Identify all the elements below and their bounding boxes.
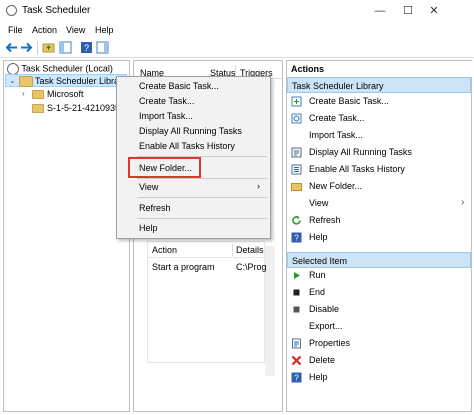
action-view[interactable]: View › (291, 196, 471, 212)
create-task-icon (291, 113, 302, 124)
show-hide-action-pane-icon[interactable] (96, 41, 109, 54)
action-help[interactable]: ? Help (291, 230, 471, 246)
action-enable-history[interactable]: Enable All Tasks History (291, 162, 471, 178)
tree-library-label: Task Scheduler Library (35, 76, 127, 86)
run-icon (294, 272, 300, 279)
section-selected-item[interactable]: Selected Item (287, 252, 471, 268)
actions-header: Actions (287, 61, 474, 77)
menu-file[interactable]: File (8, 25, 23, 35)
delete-icon (291, 355, 302, 366)
submenu-arrow-icon: › (461, 197, 465, 208)
action-help-selected[interactable]: ? Help (291, 370, 471, 386)
action-properties[interactable]: Properties (291, 336, 471, 352)
folder-up-icon[interactable] (42, 41, 55, 54)
details-column-action[interactable]: Action (152, 245, 177, 255)
menu-action[interactable]: Action (32, 25, 57, 35)
menu-view[interactable]: View (66, 25, 85, 35)
tree-root-label: Task Scheduler (Local) (21, 63, 113, 74)
ctx-create-task[interactable]: Create Task... (139, 96, 194, 106)
folder-icon (32, 90, 44, 99)
help-icon: ? (291, 372, 302, 383)
action-new-folder[interactable]: New Folder... (291, 179, 471, 195)
details-row-action: Start a program (152, 262, 215, 272)
title-bar: Task Scheduler — ☐ ✕ (0, 0, 474, 22)
history-icon (291, 164, 302, 175)
ctx-refresh[interactable]: Refresh (139, 203, 171, 213)
toolbar-divider (37, 41, 38, 55)
console-tree-pane: Task Scheduler (Local) ⌄ Task Scheduler … (3, 60, 130, 412)
end-icon (293, 289, 300, 296)
help-icon[interactable]: ? (80, 41, 93, 54)
action-export[interactable]: Export... (291, 319, 471, 335)
action-end[interactable]: End (291, 285, 471, 301)
tree-sid-label: S-1-5-21-42109359 (47, 103, 126, 113)
refresh-icon (292, 216, 301, 225)
svg-text:?: ? (294, 374, 299, 383)
ctx-enable-history[interactable]: Enable All Tasks History (139, 141, 235, 151)
action-run[interactable]: Run (291, 268, 471, 284)
folder-icon (19, 76, 33, 87)
ctx-separator (137, 178, 267, 179)
tree-microsoft-label: Microsoft (47, 89, 84, 99)
action-delete[interactable]: Delete (291, 353, 471, 369)
folder-icon (32, 104, 44, 113)
section-task-scheduler-library[interactable]: Task Scheduler Library (287, 77, 471, 93)
close-button[interactable]: ✕ (420, 0, 448, 22)
menu-help[interactable]: Help (95, 25, 114, 35)
column-divider (232, 244, 233, 256)
folder-icon (291, 183, 302, 191)
task-details-panel: Action Details Start a program C:\Prog (147, 241, 267, 363)
toolbar: ? (0, 38, 474, 58)
forward-arrow-icon[interactable] (20, 41, 33, 54)
svg-text:?: ? (84, 43, 89, 53)
create-basic-task-icon (291, 96, 302, 107)
running-tasks-icon (291, 147, 302, 158)
disable-icon (293, 306, 300, 313)
details-column-details[interactable]: Details (236, 245, 264, 255)
ctx-separator (137, 218, 267, 219)
ctx-import-task[interactable]: Import Task... (139, 111, 193, 121)
details-header: Action Details (148, 242, 264, 258)
menu-bar: File Action View Help (0, 22, 474, 38)
action-import-task[interactable]: Import Task... (291, 128, 471, 144)
action-disable[interactable]: Disable (291, 302, 471, 318)
show-hide-console-tree-icon[interactable] (59, 41, 72, 54)
collapse-chevron-icon[interactable]: › (22, 89, 25, 98)
properties-icon (292, 338, 301, 349)
expand-chevron-icon[interactable]: ⌄ (9, 76, 16, 85)
details-row-path: C:\Prog (236, 262, 267, 272)
ctx-view[interactable]: View (139, 182, 158, 192)
action-create-basic-task[interactable]: Create Basic Task... (291, 94, 471, 110)
maximize-button[interactable]: ☐ (394, 0, 422, 22)
svg-text:?: ? (294, 234, 299, 243)
task-scheduler-app-icon (6, 5, 17, 16)
window-title: Task Scheduler (22, 5, 91, 16)
tree-item-library[interactable]: ⌄ Task Scheduler Library (5, 74, 127, 87)
new-folder-highlight (128, 157, 201, 178)
action-display-running-tasks[interactable]: Display All Running Tasks (291, 145, 471, 161)
ctx-create-basic-task[interactable]: Create Basic Task... (139, 81, 219, 91)
submenu-arrow-icon: › (257, 181, 260, 191)
help-icon: ? (291, 232, 302, 243)
minimize-button[interactable]: — (366, 0, 394, 22)
back-arrow-icon[interactable] (5, 41, 18, 54)
ctx-help[interactable]: Help (139, 223, 158, 233)
ctx-display-running-tasks[interactable]: Display All Running Tasks (139, 126, 242, 136)
action-create-task[interactable]: Create Task... (291, 111, 471, 127)
ctx-separator (137, 197, 267, 198)
action-refresh[interactable]: Refresh (291, 213, 471, 229)
